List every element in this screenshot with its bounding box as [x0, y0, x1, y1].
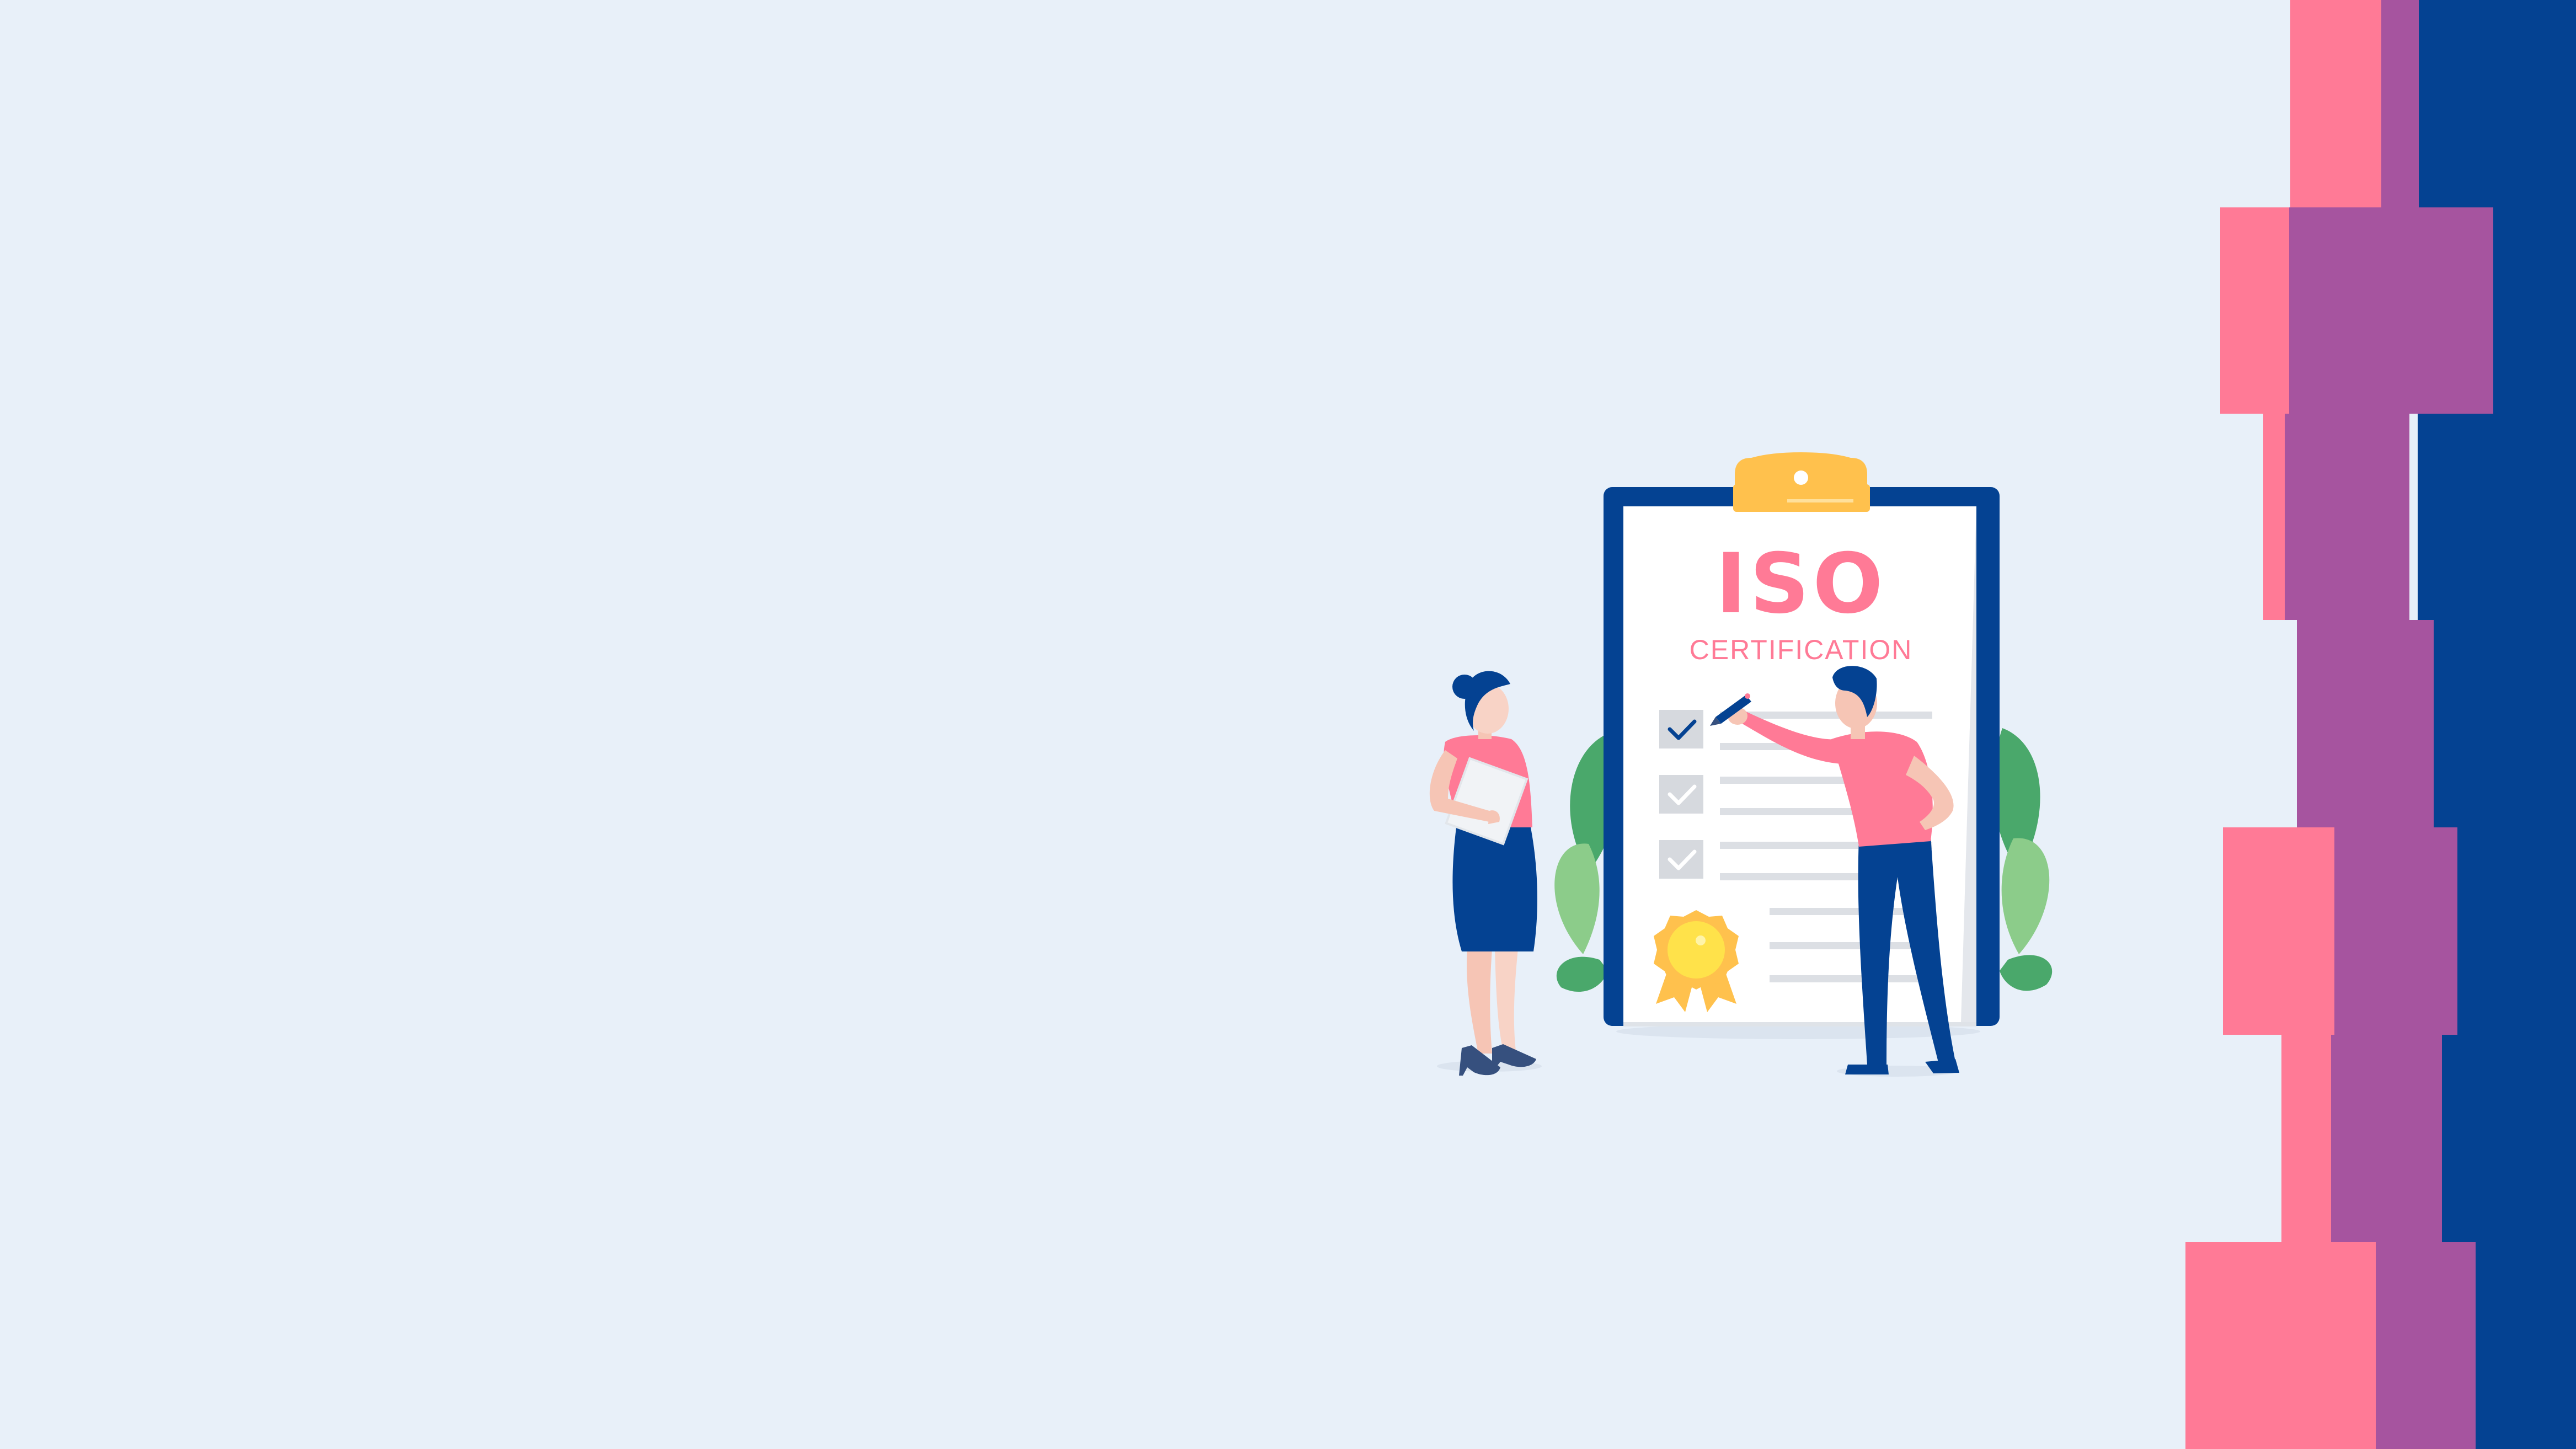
checkbox — [1659, 775, 1703, 814]
purple-block — [2297, 620, 2434, 827]
decorative-bar-stack — [2185, 0, 2576, 1449]
checkbox — [1659, 710, 1703, 748]
leaf-right — [1993, 728, 2053, 991]
woman-figure — [1429, 671, 1537, 1076]
purple-block — [2330, 1035, 2442, 1242]
pink-block — [2281, 1035, 2331, 1242]
purple-block — [2375, 1242, 2476, 1449]
pink-block — [2290, 0, 2381, 207]
checkbox — [1659, 840, 1703, 879]
purple-block — [2380, 0, 2419, 207]
illustration-canvas: ISO CERTIFICATION — [1429, 0, 2576, 1449]
pink-block — [2185, 1242, 2376, 1449]
purple-block — [2288, 207, 2493, 414]
iso-subtitle: CERTIFICATION — [1690, 634, 1913, 665]
clipboard-bottom-rim — [1623, 1022, 1976, 1026]
pink-block — [2220, 207, 2289, 414]
pink-block — [2263, 414, 2285, 620]
purple-block — [2284, 414, 2409, 620]
clipboard-clip-icon — [1733, 452, 1870, 512]
pink-block — [2223, 827, 2334, 1035]
iso-title: ISO — [1715, 536, 1886, 632]
purple-block — [2333, 827, 2457, 1035]
